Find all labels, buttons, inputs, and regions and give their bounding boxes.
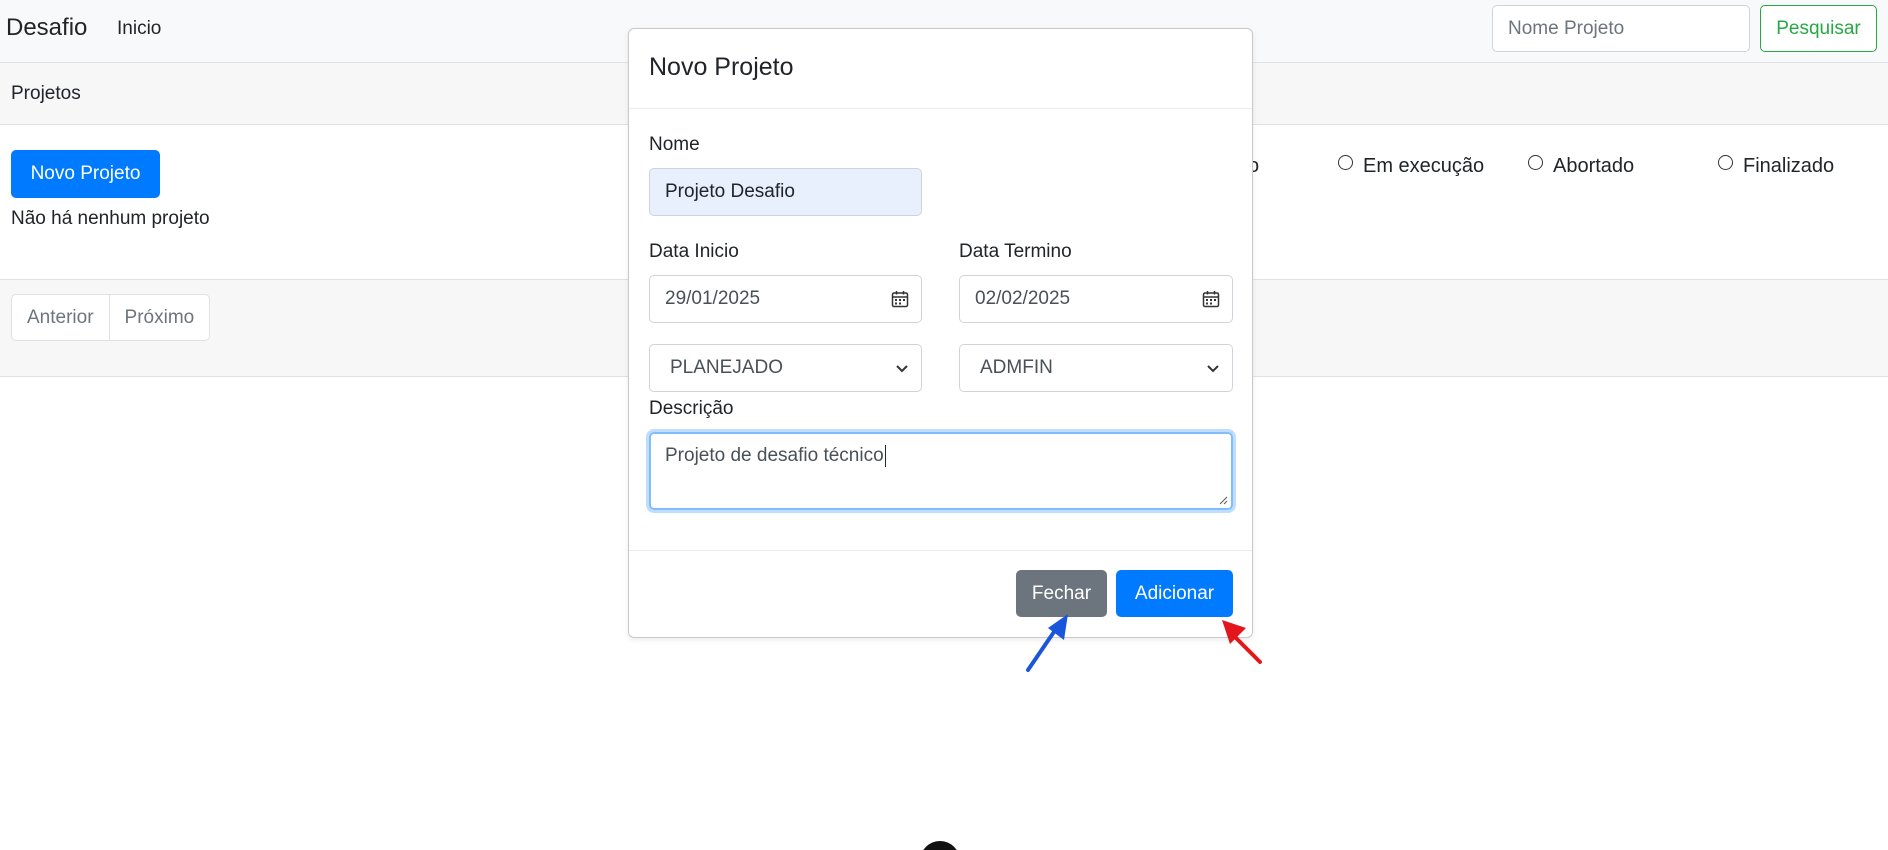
chevron-down-icon [896, 365, 908, 373]
modal-footer-divider [629, 550, 1252, 551]
radio-label: Em execução [1363, 155, 1485, 177]
radio-circle[interactable] [1528, 155, 1543, 170]
text-caret [884, 445, 886, 467]
new-project-button[interactable]: Novo Projeto [11, 150, 160, 198]
name-field[interactable]: Projeto Desafio [649, 168, 922, 216]
status-select[interactable]: PLANEJADO [649, 344, 922, 392]
description-textarea[interactable]: Projeto de desafio técnico [649, 432, 1233, 510]
radio-label: Abortado [1553, 155, 1635, 177]
red-arrow-icon [1222, 620, 1262, 664]
empty-message: Não há nenhum projeto [11, 208, 210, 229]
radio-em-execucao[interactable]: Em execução [1338, 155, 1484, 178]
manager-select-value: ADMFIN [980, 357, 1053, 378]
brand-logo[interactable]: Desafio [6, 14, 87, 42]
calendar-icon[interactable] [891, 290, 909, 308]
radio-circle[interactable] [1718, 155, 1733, 170]
name-field-value: Projeto Desafio [665, 181, 795, 202]
blue-arrow-icon [1026, 614, 1068, 672]
description-label: Descrição [649, 398, 734, 419]
pagination-previous[interactable]: Anterior [12, 295, 109, 340]
start-date-field[interactable]: 29/01/2025 [649, 275, 922, 323]
radio-label: Finalizado [1743, 155, 1835, 177]
radio-circle[interactable] [1338, 155, 1353, 170]
end-date-value: 02/02/2025 [975, 288, 1071, 309]
start-date-label: Data Inicio [649, 241, 739, 262]
nav-link-inicio[interactable]: Inicio [117, 18, 161, 40]
description-value: Projeto de desafio técnico [665, 445, 884, 467]
end-date-field[interactable]: 02/02/2025 [959, 275, 1233, 323]
modal-title: Novo Projeto [649, 53, 794, 81]
name-label: Nome [649, 134, 700, 155]
chevron-down-icon [1207, 365, 1219, 373]
search-input[interactable] [1492, 5, 1750, 52]
start-date-value: 29/01/2025 [665, 288, 761, 309]
floating-action-icon[interactable] [920, 841, 960, 850]
search-button[interactable]: Pesquisar [1760, 5, 1877, 52]
resize-grip-icon[interactable] [1218, 495, 1228, 505]
calendar-icon[interactable] [1202, 290, 1220, 308]
radio-finalizado[interactable]: Finalizado [1718, 155, 1834, 178]
manager-select[interactable]: ADMFIN [959, 344, 1233, 392]
section-title: Projetos [11, 83, 81, 104]
new-project-modal: Novo Projeto Nome Projeto Desafio Data I… [628, 28, 1253, 638]
radio-abortado[interactable]: Abortado [1528, 155, 1634, 178]
add-button[interactable]: Adicionar [1116, 570, 1233, 617]
status-select-value: PLANEJADO [670, 357, 783, 378]
pagination-next[interactable]: Próximo [108, 295, 210, 340]
modal-header-divider [629, 108, 1252, 109]
end-date-label: Data Termino [959, 241, 1072, 262]
pagination: Anterior Próximo [11, 294, 211, 341]
